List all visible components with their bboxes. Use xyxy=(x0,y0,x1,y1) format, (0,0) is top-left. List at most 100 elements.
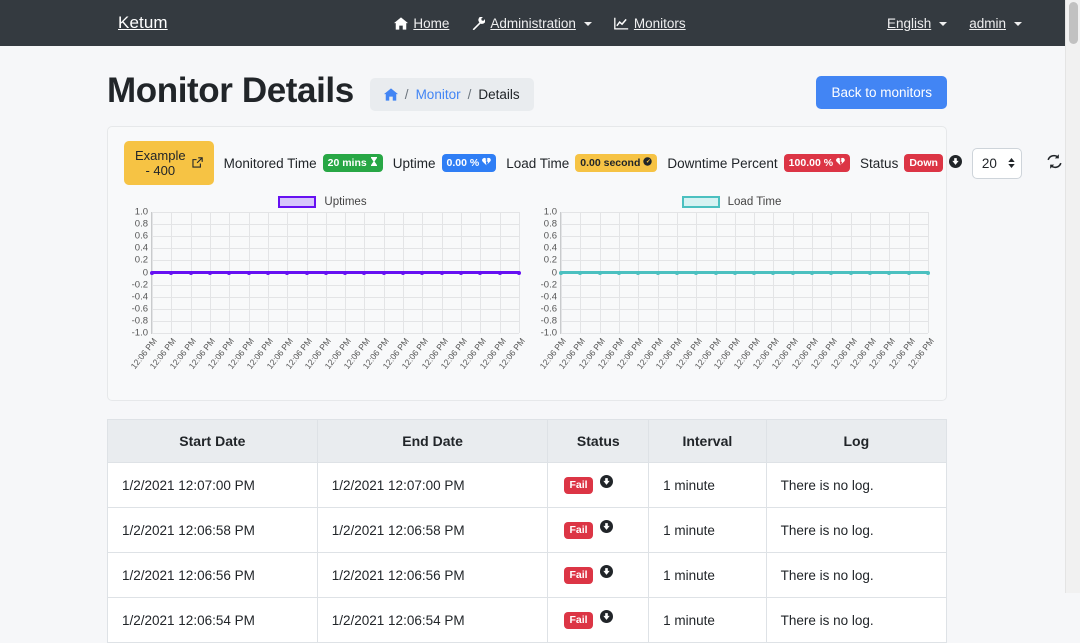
data-point xyxy=(285,271,289,275)
stat-downtime-percent-label: Downtime Percent xyxy=(667,156,777,171)
data-point xyxy=(401,271,405,275)
table-body: 1/2/2021 12:07:00 PM1/2/2021 12:07:00 PM… xyxy=(108,463,947,643)
y-axis-tick-label: 0.4 xyxy=(135,243,148,254)
table-column-header: Interval xyxy=(649,420,766,463)
table-column-header: End Date xyxy=(317,420,548,463)
data-point xyxy=(752,271,756,275)
cell-start-date: 1/2/2021 12:06:56 PM xyxy=(108,553,318,598)
stat-uptime-label: Uptime xyxy=(393,156,436,171)
heart-broken-icon xyxy=(482,157,491,169)
loadtime-chart-legend: Load Time xyxy=(527,195,936,209)
arrow-down-circle-icon[interactable] xyxy=(600,565,613,581)
uptimes-chart: Uptimes 1.00.80.60.40.20-0.2-0.4-0.6-0.8… xyxy=(118,195,527,388)
stat-load-time: Load Time 0.00 second xyxy=(506,154,657,173)
data-point xyxy=(559,271,563,275)
gridline-horizontal xyxy=(152,260,519,261)
nav-item-monitors[interactable]: Monitors xyxy=(614,16,686,31)
cell-log: There is no log. xyxy=(766,598,946,643)
gridline-horizontal xyxy=(561,297,928,298)
arrow-down-circle-icon[interactable] xyxy=(600,520,613,536)
page-size-value: 20 xyxy=(982,156,997,171)
uptimes-chart-legend: Uptimes xyxy=(118,195,527,209)
page-header: Monitor Details / Monitor / Details Back… xyxy=(107,46,947,118)
data-point xyxy=(636,271,640,275)
page-title: Monitor Details xyxy=(107,73,354,108)
status-badge: Down xyxy=(904,154,943,172)
y-axis-tick-label: -1.0 xyxy=(132,328,148,339)
page-scrollbar[interactable] xyxy=(1065,0,1080,593)
data-point xyxy=(440,271,444,275)
table-row: 1/2/2021 12:06:54 PM1/2/2021 12:06:54 PM… xyxy=(108,598,947,643)
cell-interval: 1 minute xyxy=(649,463,766,508)
nav-item-home-label: Home xyxy=(413,16,449,31)
cell-interval: 1 minute xyxy=(649,598,766,643)
legend-swatch-uptimes xyxy=(278,196,316,208)
cell-start-date: 1/2/2021 12:07:00 PM xyxy=(108,463,318,508)
gridline-horizontal xyxy=(152,224,519,225)
gridline-horizontal xyxy=(561,248,928,249)
chevron-down-icon xyxy=(584,22,592,26)
data-point xyxy=(517,271,521,275)
stat-uptime-badge: 0.00 % xyxy=(442,154,497,173)
table-row: 1/2/2021 12:07:00 PM1/2/2021 12:07:00 PM… xyxy=(108,463,947,508)
data-point xyxy=(382,271,386,275)
cell-end-date: 1/2/2021 12:06:58 PM xyxy=(317,508,548,553)
y-axis-tick-label: -0.6 xyxy=(541,303,557,314)
data-point xyxy=(829,271,833,275)
brand-logo[interactable]: Ketum xyxy=(118,13,168,33)
data-point xyxy=(420,271,424,275)
data-point xyxy=(714,271,718,275)
stat-load-time-label: Load Time xyxy=(506,156,569,171)
gridline-horizontal xyxy=(561,236,928,237)
arrow-down-circle-icon[interactable] xyxy=(600,475,613,491)
y-axis-tick-label: 0.2 xyxy=(544,255,557,266)
cell-interval: 1 minute xyxy=(649,508,766,553)
data-point xyxy=(849,271,853,275)
y-axis-tick-label: 0.2 xyxy=(135,255,148,266)
user-dropdown[interactable]: admin xyxy=(969,16,1022,31)
cell-interval: 1 minute xyxy=(649,553,766,598)
stat-status-label: Status xyxy=(860,156,898,171)
scrollbar-thumb[interactable] xyxy=(1069,2,1078,44)
table-column-header: Log xyxy=(766,420,946,463)
status-badge: Fail xyxy=(564,567,592,585)
y-axis-tick-label: 1.0 xyxy=(135,207,148,218)
stat-downtime-percent-badge: 100.00 % xyxy=(784,154,850,173)
table-controls: 20 xyxy=(972,148,1063,179)
data-point xyxy=(887,271,891,275)
nav-item-home[interactable]: Home xyxy=(394,16,449,31)
gridline-horizontal xyxy=(152,309,519,310)
home-icon xyxy=(394,17,408,30)
nav-item-administration[interactable]: Administration xyxy=(471,16,592,31)
wrench-icon xyxy=(471,17,485,30)
y-axis-tick-label: 0.6 xyxy=(135,231,148,242)
cell-status: Fail xyxy=(548,508,649,553)
legend-label-loadtime: Load Time xyxy=(728,196,782,208)
stat-monitored-time-badge: 20 mins xyxy=(323,154,383,173)
gridline-horizontal xyxy=(152,212,519,213)
stat-uptime: Uptime 0.00 % xyxy=(393,154,496,173)
monitor-name-label: Example - 400 xyxy=(135,148,186,178)
table-header-row: Start DateEnd DateStatusIntervalLog xyxy=(108,420,947,463)
data-point xyxy=(926,271,930,275)
cell-end-date: 1/2/2021 12:06:56 PM xyxy=(317,553,548,598)
loadtime-chart: Load Time 1.00.80.60.40.20-0.2-0.4-0.6-0… xyxy=(527,195,936,388)
language-dropdown[interactable]: English xyxy=(887,16,947,31)
cell-log: There is no log. xyxy=(766,463,946,508)
cell-log: There is no log. xyxy=(766,553,946,598)
monitor-name-button[interactable]: Example - 400 xyxy=(124,141,214,185)
heart-broken-icon xyxy=(836,157,845,169)
data-point xyxy=(343,271,347,275)
page-size-select[interactable]: 20 xyxy=(972,148,1022,179)
y-axis-tick-label: 0.8 xyxy=(135,219,148,230)
refresh-button[interactable] xyxy=(1046,153,1063,173)
breadcrumb-separator-2: / xyxy=(468,87,472,102)
back-to-monitors-button[interactable]: Back to monitors xyxy=(816,76,947,109)
arrow-down-circle-icon[interactable] xyxy=(600,610,613,626)
refresh-icon xyxy=(1046,153,1063,173)
data-point xyxy=(733,271,737,275)
breadcrumb-link-monitor[interactable]: Monitor xyxy=(416,87,461,102)
y-axis-tick-label: -0.4 xyxy=(132,291,148,302)
home-icon[interactable] xyxy=(384,88,398,101)
gridline-horizontal xyxy=(152,248,519,249)
